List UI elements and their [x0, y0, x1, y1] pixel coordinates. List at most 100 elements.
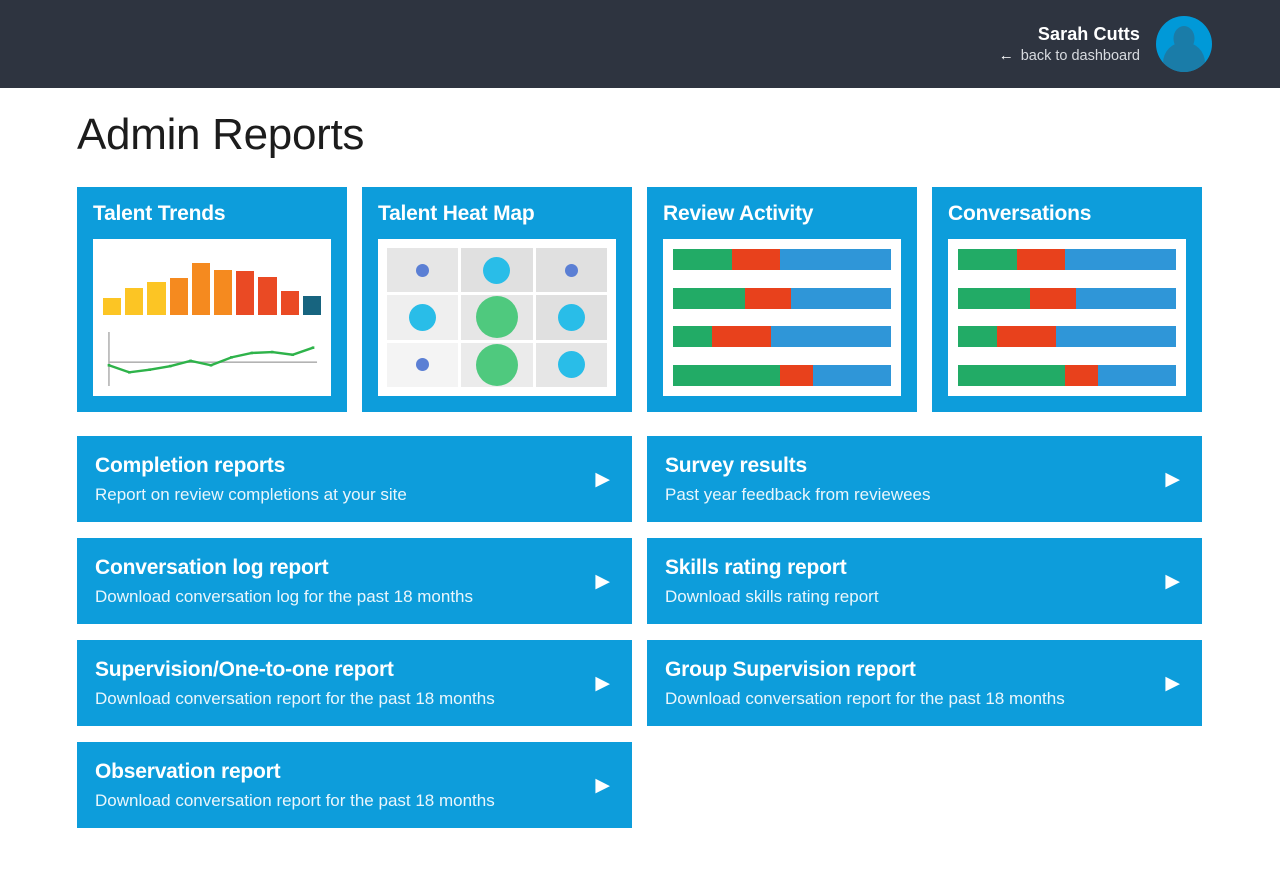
report-text-block: Group Supervision report Download convers…	[665, 657, 1065, 710]
report-column-right: Survey results Past year feedback from re…	[647, 436, 1202, 828]
trend-bar	[169, 277, 188, 315]
stacked-bar-segment	[790, 287, 891, 309]
trend-line-point	[230, 356, 233, 359]
stacked-bar-segment	[731, 249, 780, 270]
report-row[interactable]: Completion reports Report on review compl…	[77, 436, 632, 522]
stacked-bar-segment	[812, 364, 891, 386]
heat-map-cell[interactable]	[387, 295, 459, 340]
report-text-block: Skills rating report Download skills rati…	[665, 555, 879, 608]
trend-line-point	[128, 371, 131, 374]
stacked-bar-segment	[958, 364, 1065, 386]
stacked-bar-segment	[1075, 287, 1176, 309]
report-row[interactable]: Supervision/One-to-one report Download co…	[77, 640, 632, 726]
user-avatar-icon[interactable]	[1156, 16, 1212, 72]
trend-line-point	[291, 353, 294, 357]
heat-map-dot	[483, 256, 511, 284]
trend-bar	[214, 270, 233, 315]
heat-map-dot	[475, 296, 518, 339]
heat-map-dot	[557, 303, 585, 331]
heat-map-dot	[416, 358, 430, 372]
back-to-dashboard-label: back to dashboard	[1020, 47, 1140, 64]
stacked-bar-segment	[673, 364, 780, 386]
back-arrow-icon: ←	[998, 47, 1014, 65]
stacked-bar-segment	[1097, 364, 1176, 386]
play-arrow-icon[interactable]: ▶	[595, 470, 610, 489]
trend-bar	[125, 288, 144, 315]
card-talent-heat-map[interactable]: Talent Heat Map	[362, 187, 632, 412]
trend-bar	[103, 298, 122, 315]
heat-map-cell[interactable]	[535, 248, 607, 293]
stacked-bar-row	[958, 249, 1176, 270]
report-text-block: Observation report Download conversation …	[95, 759, 495, 812]
back-to-dashboard-link[interactable]: ← back to dashboard	[999, 48, 1140, 65]
play-arrow-icon[interactable]: ▶	[595, 674, 610, 693]
stacked-bar-segment	[712, 326, 772, 348]
user-name: Sarah Cutts	[1037, 23, 1140, 44]
stacked-bar-segment	[779, 364, 813, 386]
stacked-bar-segment	[673, 287, 745, 309]
report-subtitle: Download skills rating report	[665, 586, 879, 606]
heat-map-cell[interactable]	[461, 295, 533, 340]
user-account-block[interactable]: Sarah Cutts ← back to dashboard	[999, 16, 1212, 72]
stacked-bar-segment	[997, 326, 1057, 348]
heat-map-cell[interactable]	[535, 342, 607, 387]
trend-bar	[302, 295, 322, 315]
report-row[interactable]: Skills rating report Download skills rati…	[647, 538, 1202, 624]
trend-line-path	[108, 346, 314, 374]
top-navigation-bar: Sarah Cutts ← back to dashboard	[0, 0, 1280, 88]
report-row[interactable]: Observation report Download conversation …	[77, 742, 632, 828]
trend-line-point	[168, 364, 172, 368]
stacked-bar-segment	[1064, 249, 1176, 270]
card-talent-trends[interactable]: Talent Trends	[77, 187, 347, 412]
trend-line-series	[103, 328, 321, 388]
card-conversations[interactable]: Conversations	[932, 187, 1202, 412]
heat-map-cell[interactable]	[387, 248, 459, 293]
report-title: Supervision/One-to-one report	[95, 657, 394, 681]
stacked-bar-segment	[1064, 364, 1098, 386]
stacked-bar-segment	[673, 249, 732, 270]
play-arrow-icon[interactable]: ▶	[595, 776, 610, 795]
play-arrow-icon[interactable]: ▶	[1165, 572, 1180, 591]
card-title-talent-trends: Talent Trends	[93, 202, 226, 225]
stacked-bar-segment	[673, 326, 713, 348]
stacked-bar-segment	[958, 287, 1030, 309]
play-arrow-icon[interactable]: ▶	[1165, 470, 1180, 489]
report-row[interactable]: Conversation log report Download conversa…	[77, 538, 632, 624]
card-title-review-activity: Review Activity	[663, 202, 814, 225]
stacked-bar-segment	[958, 249, 1017, 270]
card-review-activity[interactable]: Review Activity	[647, 187, 917, 412]
trend-bar	[280, 290, 299, 315]
trend-line-point	[311, 346, 315, 349]
stacked-bar-row	[958, 326, 1176, 348]
report-text-block: Completion reports Report on review compl…	[95, 453, 407, 506]
summary-card-row: Talent Trends Talent Heat Map Review Act…	[77, 187, 1203, 412]
report-text-block: Survey results Past year feedback from re…	[665, 453, 931, 506]
heat-map-cell[interactable]	[535, 295, 607, 340]
stacked-bar-segment	[771, 326, 891, 348]
heat-map-cell[interactable]	[387, 342, 459, 387]
trend-bar	[147, 281, 166, 315]
play-arrow-icon[interactable]: ▶	[1165, 674, 1180, 693]
report-row[interactable]: Group Supervision report Download convers…	[647, 640, 1202, 726]
page-title: Admin Reports	[77, 110, 365, 159]
trend-bar	[258, 276, 277, 315]
report-title: Conversation log report	[95, 555, 329, 579]
heat-map-dot	[475, 343, 518, 386]
avatar-body-shape	[1163, 42, 1205, 72]
trend-line-point	[209, 363, 213, 367]
stacked-bar-row	[958, 287, 1176, 309]
heat-map-cell[interactable]	[461, 248, 533, 293]
stacked-bar-segment	[779, 249, 891, 270]
report-subtitle: Download conversation log for the past 1…	[95, 586, 474, 606]
report-row[interactable]: Survey results Past year feedback from re…	[647, 436, 1202, 522]
report-title: Survey results	[665, 453, 807, 477]
play-arrow-icon[interactable]: ▶	[595, 572, 610, 591]
report-title: Completion reports	[95, 453, 286, 477]
report-title: Group Supervision report	[665, 657, 916, 681]
report-title: Skills rating report	[665, 555, 847, 579]
heat-map-cell[interactable]	[461, 342, 533, 387]
report-subtitle: Report on review completions at your sit…	[95, 484, 407, 504]
stacked-bar-segment	[1056, 326, 1176, 348]
report-column-left: Completion reports Report on review compl…	[77, 436, 632, 828]
stacked-bar-segment	[958, 326, 998, 348]
